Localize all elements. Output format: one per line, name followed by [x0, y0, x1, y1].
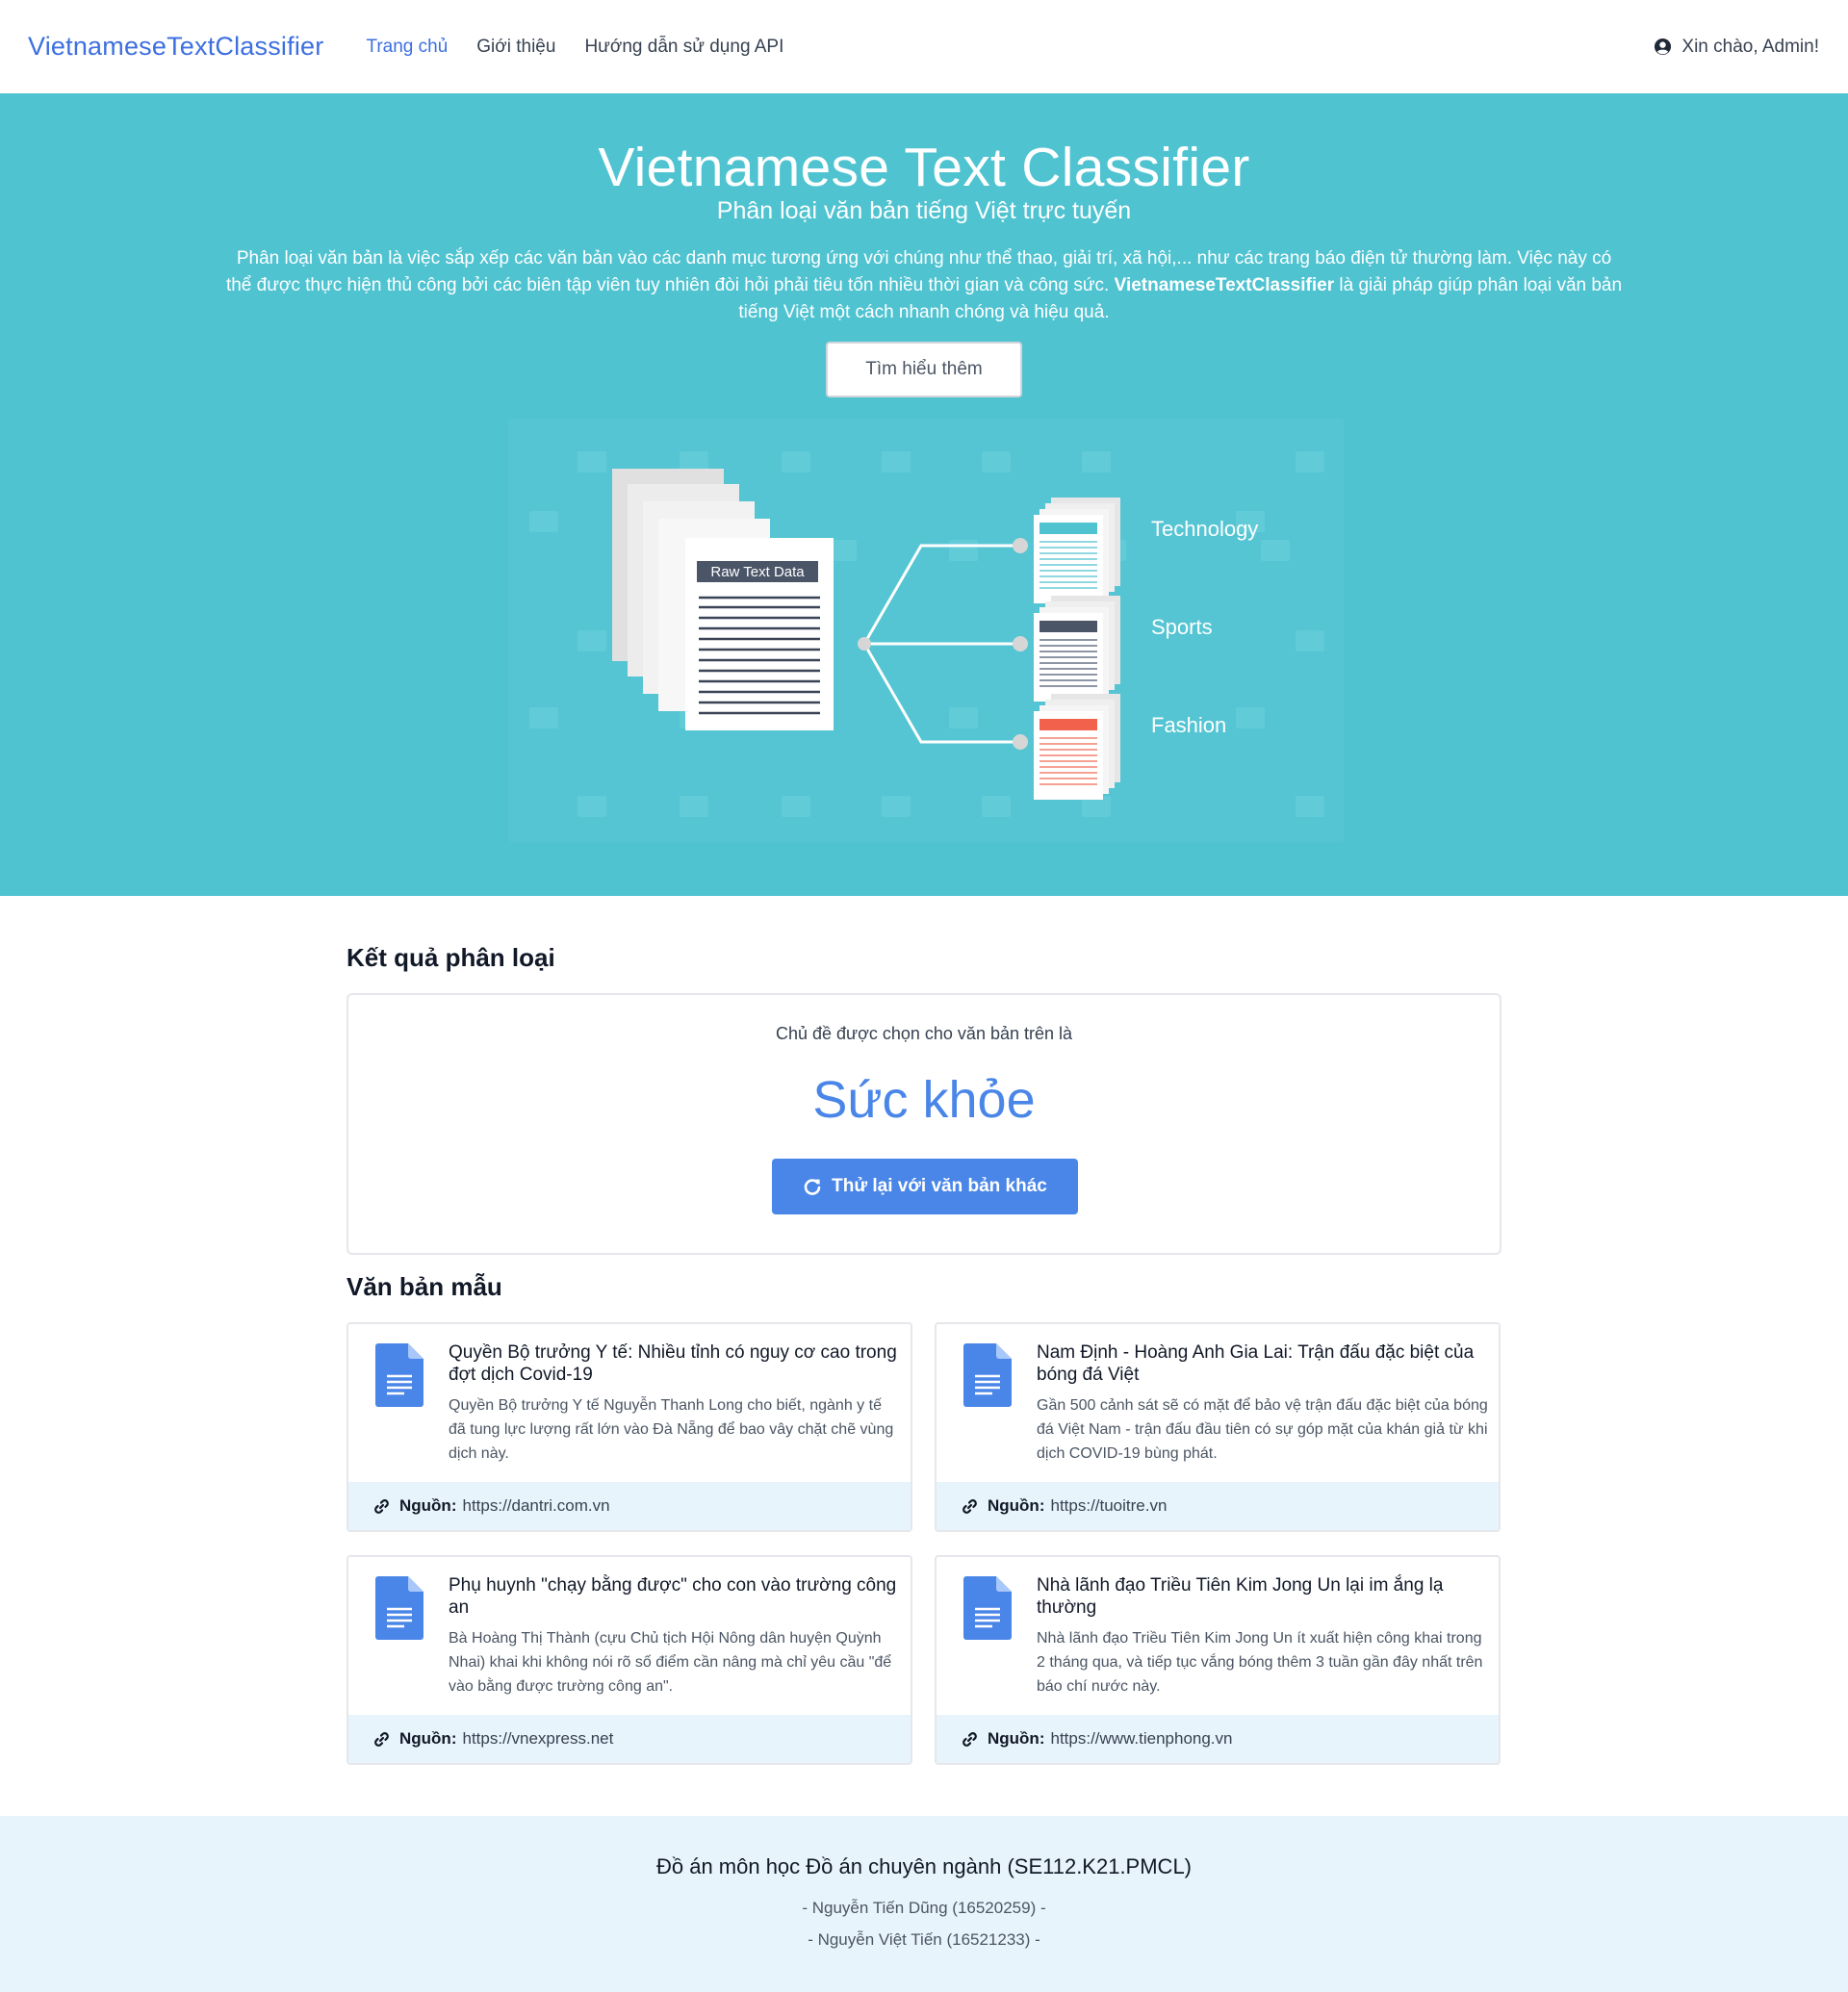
nav-links: Trang chủ Giới thiệu Hướng dẫn sử dụng A…	[366, 37, 783, 58]
sample-card[interactable]: Nam Định - Hoàng Anh Gia Lai: Trận đấu đ…	[935, 1322, 1501, 1532]
sample-description: Quyền Bộ trưởng Y tế Nguyễn Thanh Long c…	[449, 1397, 894, 1462]
source-link[interactable]: https://www.tienphong.vn	[1050, 1729, 1232, 1749]
learn-more-button[interactable]: Tìm hiểu thêm	[826, 342, 1022, 397]
sample-title: Phụ huynh "chạy bằng được" cho con vào t…	[449, 1575, 897, 1618]
result-topic: Sức khỏe	[812, 1071, 1036, 1129]
source-link[interactable]: https://vnexpress.net	[462, 1729, 613, 1749]
footer: Đồ án môn học Đồ án chuyên ngành (SE112.…	[0, 1816, 1848, 1992]
redo-icon	[804, 1179, 821, 1195]
source-label: Nguồn:	[399, 1729, 457, 1748]
classification-illustration: Raw Text Data Technology Sports Fashion	[508, 419, 1344, 842]
document-icon	[963, 1576, 1012, 1640]
retry-label: Thử lại với văn bản khác	[832, 1176, 1047, 1196]
sample-card[interactable]: Phụ huynh "chạy bằng được" cho con vào t…	[346, 1555, 912, 1765]
source-link[interactable]: https://tuoitre.vn	[1050, 1496, 1167, 1516]
source-label: Nguồn:	[988, 1496, 1045, 1515]
sample-source: Nguồn: https://tuoitre.vn	[937, 1482, 1499, 1530]
sample-source: Nguồn: https://dantri.com.vn	[348, 1482, 911, 1530]
link-icon	[374, 1731, 389, 1747]
sample-description: Bà Hoàng Thị Thành (cựu Chủ tịch Hội Nôn…	[449, 1630, 892, 1695]
link-icon	[962, 1731, 977, 1747]
source-link[interactable]: https://dantri.com.vn	[462, 1496, 609, 1516]
link-icon	[962, 1498, 977, 1514]
category-label-fashion: Fashion	[1151, 713, 1226, 737]
samples-heading: Văn bản mẫu	[346, 1272, 502, 1301]
category-label-technology: Technology	[1151, 517, 1258, 541]
footer-title: Đồ án môn học Đồ án chuyên ngành (SE112.…	[655, 1854, 1193, 1878]
link-icon	[374, 1498, 389, 1514]
technology-document	[1034, 498, 1120, 603]
nav-link-about[interactable]: Giới thiệu	[476, 37, 555, 58]
sample-card[interactable]: Quyền Bộ trưởng Y tế: Nhiều tỉnh có nguy…	[346, 1322, 912, 1532]
sample-source: Nguồn: https://vnexpress.net	[348, 1715, 911, 1763]
hero-section: Vietnamese Text Classifier Phân loại văn…	[0, 93, 1848, 896]
sample-description: Nhà lãnh đạo Triều Tiên Kim Jong Un ít x…	[1037, 1630, 1483, 1695]
footer-member: - Nguyễn Tiến Dũng (16520259) -	[802, 1899, 1046, 1917]
retry-button[interactable]: Thử lại với văn bản khác	[772, 1159, 1078, 1214]
document-icon	[963, 1343, 1012, 1407]
sample-title: Quyền Bộ trưởng Y tế: Nhiều tỉnh có nguy…	[449, 1342, 897, 1385]
hero-description: Phân loại văn bản là việc sắp xếp các vă…	[223, 245, 1625, 326]
hero-title: Vietnamese Text Classifier	[598, 137, 1250, 198]
hero-desc-brand: VietnameseTextClassifier	[1114, 275, 1335, 295]
sample-title: Nhà lãnh đạo Triều Tiên Kim Jong Un lại …	[1037, 1575, 1444, 1618]
navbar: VietnameseTextClassifier Trang chủ Giới …	[0, 0, 1848, 93]
result-card: Chủ đề được chọn cho văn bản trên là Sức…	[346, 993, 1502, 1255]
user-menu[interactable]: Xin chào, Admin!	[1654, 37, 1820, 58]
user-circle-icon	[1655, 38, 1672, 56]
brand-logo[interactable]: VietnameseTextClassifier	[28, 32, 323, 62]
hero-subtitle: Phân loại văn bản tiếng Việt trực tuyến	[716, 197, 1132, 224]
source-label: Nguồn:	[988, 1729, 1045, 1748]
document-icon	[375, 1576, 424, 1640]
user-greeting: Xin chào, Admin!	[1681, 36, 1819, 57]
fashion-document	[1034, 694, 1120, 800]
source-label: Nguồn:	[399, 1496, 457, 1515]
nav-link-api-guide[interactable]: Hướng dẫn sử dụng API	[584, 37, 783, 58]
sample-description: Gần 500 cảnh sát sẽ có mặt để bảo vệ trậ…	[1037, 1397, 1488, 1462]
document-icon	[375, 1343, 424, 1407]
sample-source: Nguồn: https://www.tienphong.vn	[937, 1715, 1499, 1763]
footer-member: - Nguyễn Việt Tiến (16521233) -	[808, 1930, 1040, 1949]
sample-title: Nam Định - Hoàng Anh Gia Lai: Trận đấu đ…	[1037, 1342, 1475, 1385]
result-caption: Chủ đề được chọn cho văn bản trên là	[775, 1024, 1073, 1043]
raw-text-label: Raw Text Data	[710, 564, 805, 580]
result-heading: Kết quả phân loại	[346, 943, 555, 972]
sports-document	[1034, 596, 1120, 702]
sample-card[interactable]: Nhà lãnh đạo Triều Tiên Kim Jong Un lại …	[935, 1555, 1501, 1765]
nav-link-home[interactable]: Trang chủ	[366, 37, 448, 58]
category-label-sports: Sports	[1151, 615, 1213, 639]
